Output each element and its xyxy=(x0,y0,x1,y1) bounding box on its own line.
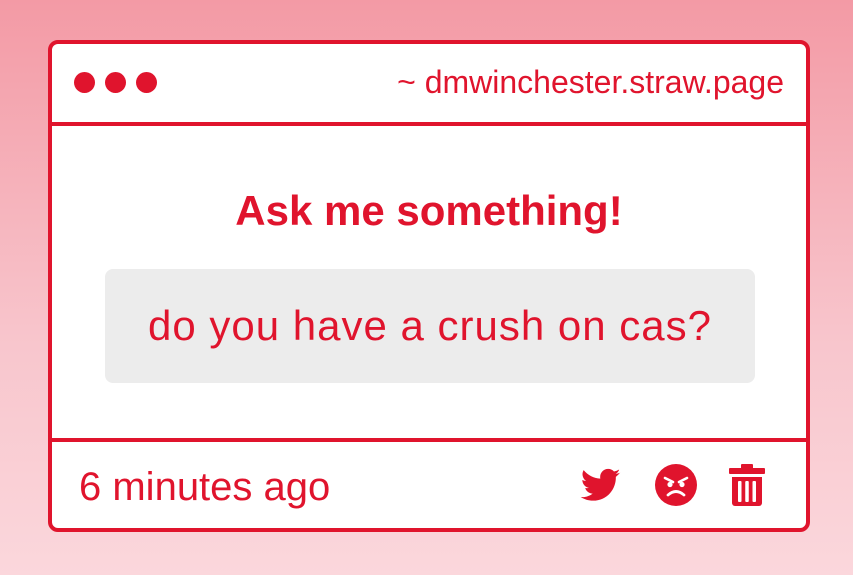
card-footer: 6 minutes ago xyxy=(52,438,806,528)
page-url: ~ dmwinchester.straw.page xyxy=(397,64,784,100)
twitter-icon[interactable] xyxy=(578,465,624,505)
window-dot-1 xyxy=(74,72,95,93)
window-dot-3 xyxy=(136,72,157,93)
trash-icon[interactable] xyxy=(728,463,766,507)
window-titlebar: ~ dmwinchester.straw.page xyxy=(52,44,806,126)
question-box: do you have a crush on cas? xyxy=(105,269,755,383)
timestamp: 6 minutes ago xyxy=(79,465,331,509)
question-card: ~ dmwinchester.straw.page Ask me somethi… xyxy=(48,40,810,532)
window-controls xyxy=(74,72,157,93)
window-dot-2 xyxy=(105,72,126,93)
page-title: Ask me something! xyxy=(235,187,623,234)
question-text: do you have a crush on cas? xyxy=(147,302,713,349)
action-icons xyxy=(578,463,766,507)
card-body: Ask me something! do you have a crush on… xyxy=(52,126,806,438)
angry-face-icon[interactable] xyxy=(654,463,698,507)
